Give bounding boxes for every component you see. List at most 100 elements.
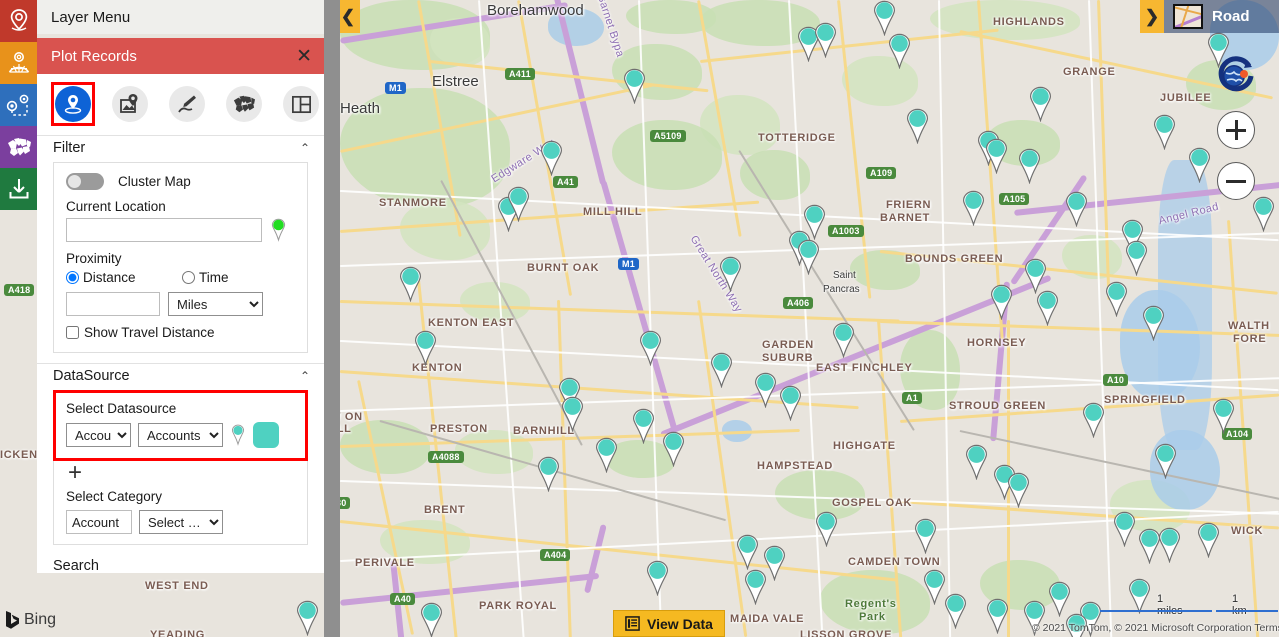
map-record-pin[interactable] — [637, 330, 664, 366]
category-select[interactable]: Select … — [139, 510, 223, 534]
map-record-pin[interactable] — [1123, 240, 1150, 276]
map-record-pin[interactable] — [871, 0, 898, 36]
map-record-pin[interactable] — [1152, 443, 1179, 479]
draw-tool[interactable] — [169, 86, 205, 122]
map-record-pin[interactable] — [1195, 522, 1222, 558]
map-record-pin[interactable] — [412, 330, 439, 366]
map-record-pin[interactable] — [644, 560, 671, 596]
map-record-pin[interactable] — [1111, 511, 1138, 547]
plot-records-tool[interactable] — [55, 86, 91, 122]
map-record-pin[interactable] — [418, 602, 445, 637]
filter-section-header[interactable]: Filter ⌃ — [37, 135, 324, 162]
map-record-pin[interactable] — [984, 598, 1011, 634]
map-record-pin[interactable] — [734, 534, 761, 570]
map-record-pin[interactable] — [621, 68, 648, 104]
map-record-pin[interactable] — [1156, 527, 1183, 563]
map-record-pin[interactable] — [538, 140, 565, 176]
map-record-pin[interactable] — [1022, 258, 1049, 294]
zoom-in-button[interactable] — [1217, 111, 1255, 149]
map-record-pin[interactable] — [505, 186, 532, 222]
globe-rotate-icon[interactable] — [1214, 54, 1258, 98]
map-record-pin[interactable] — [1103, 281, 1130, 317]
layout-tool[interactable] — [283, 86, 319, 122]
map-record-pin[interactable] — [963, 444, 990, 480]
map-record-pin[interactable] — [942, 593, 969, 629]
map-record-pin[interactable] — [1027, 86, 1054, 122]
locate-me-pin-icon[interactable] — [270, 218, 287, 242]
map-record-pin[interactable] — [742, 569, 769, 605]
datasource-view-select[interactable]: Accounts - — [138, 423, 223, 447]
map-record-pin[interactable] — [1034, 290, 1061, 326]
map-record-pin[interactable] — [830, 322, 857, 358]
map-type-selector[interactable]: Road — [1164, 0, 1279, 33]
map-record-pin[interactable] — [752, 372, 779, 408]
proximity-unit-select[interactable]: Miles — [168, 292, 263, 316]
map-record-pin[interactable] — [1005, 472, 1032, 508]
panel-scrollbar[interactable] — [324, 0, 340, 637]
layer-menu-header[interactable]: Layer Menu — [37, 0, 324, 34]
map-record-pin[interactable] — [1080, 402, 1107, 438]
cluster-map-label: Cluster Map — [118, 174, 191, 189]
proximity-time-option[interactable]: Time — [182, 270, 229, 285]
map-record-pin[interactable] — [1046, 581, 1073, 617]
map-record-pin[interactable] — [717, 256, 744, 292]
map-record-pin[interactable] — [593, 437, 620, 473]
territory-tool[interactable] — [226, 86, 262, 122]
zoom-out-button[interactable] — [1217, 162, 1255, 200]
proximity-time-radio[interactable] — [182, 271, 195, 284]
bing-logo[interactable]: Bing — [4, 610, 56, 630]
datasource-section-header[interactable]: DataSource ⌃ — [37, 363, 324, 390]
map-record-pin[interactable] — [904, 108, 931, 144]
map-record-pin[interactable] — [983, 138, 1010, 174]
sidebar-item-territory[interactable] — [0, 42, 37, 84]
map-record-pin[interactable] — [559, 396, 586, 432]
datasource-entity-select[interactable]: Accoun — [66, 423, 131, 447]
map-record-pin[interactable] — [1151, 114, 1178, 150]
show-travel-distance-row[interactable]: Show Travel Distance — [66, 325, 295, 340]
current-location-label: Current Location — [66, 199, 166, 214]
map-record-pin[interactable] — [1186, 147, 1213, 183]
map-record-pin[interactable] — [886, 33, 913, 69]
datasource-pin-preview-icon[interactable] — [230, 424, 246, 446]
sidebar-item-export[interactable] — [0, 168, 37, 210]
map-record-pin[interactable] — [1063, 191, 1090, 227]
proximity-distance-radio[interactable] — [66, 271, 79, 284]
scale-km-label: 1 km — [1232, 593, 1247, 617]
map-record-pin[interactable] — [535, 456, 562, 492]
map-record-pin[interactable] — [1210, 398, 1237, 434]
view-data-button[interactable]: View Data — [613, 610, 725, 637]
sidebar-item-region-map[interactable] — [0, 126, 37, 168]
clipped-section-header[interactable]: Search — [37, 555, 324, 573]
datasource-color-swatch[interactable] — [253, 422, 279, 448]
map-label: MILL HILL — [583, 206, 643, 218]
map-label: YEADING — [150, 629, 206, 637]
map-record-pin[interactable] — [912, 518, 939, 554]
map-record-pin[interactable] — [1126, 578, 1153, 614]
map-record-pin[interactable] — [988, 284, 1015, 320]
map-record-pin[interactable] — [960, 190, 987, 226]
image-pin-tool[interactable] — [112, 86, 148, 122]
map-record-pin[interactable] — [630, 408, 657, 444]
map-record-pin[interactable] — [813, 511, 840, 547]
map-record-pin[interactable] — [1140, 305, 1167, 341]
map-record-pin[interactable] — [708, 352, 735, 388]
map-record-pin[interactable] — [397, 266, 424, 302]
category-entity-input[interactable] — [66, 510, 132, 534]
cluster-map-toggle[interactable] — [66, 173, 104, 190]
map-record-pin[interactable] — [1250, 196, 1277, 232]
sidebar-item-routing[interactable] — [0, 84, 37, 126]
map-record-pin[interactable] — [294, 600, 321, 636]
map-record-pin[interactable] — [1016, 148, 1043, 184]
add-datasource-button[interactable]: + — [68, 459, 82, 486]
show-travel-distance-checkbox[interactable] — [66, 326, 79, 339]
map-record-pin[interactable] — [777, 385, 804, 421]
map-record-pin[interactable] — [812, 22, 839, 58]
current-location-input[interactable] — [66, 218, 262, 242]
proximity-value-input[interactable] — [66, 292, 160, 316]
close-icon[interactable]: ✕ — [296, 47, 312, 66]
map-record-pin[interactable] — [660, 431, 687, 467]
proximity-distance-option[interactable]: Distance — [66, 270, 182, 285]
expand-right-panel-button[interactable]: ❯ — [1140, 0, 1164, 33]
sidebar-item-plot-records[interactable] — [0, 0, 37, 42]
map-record-pin[interactable] — [795, 239, 822, 275]
